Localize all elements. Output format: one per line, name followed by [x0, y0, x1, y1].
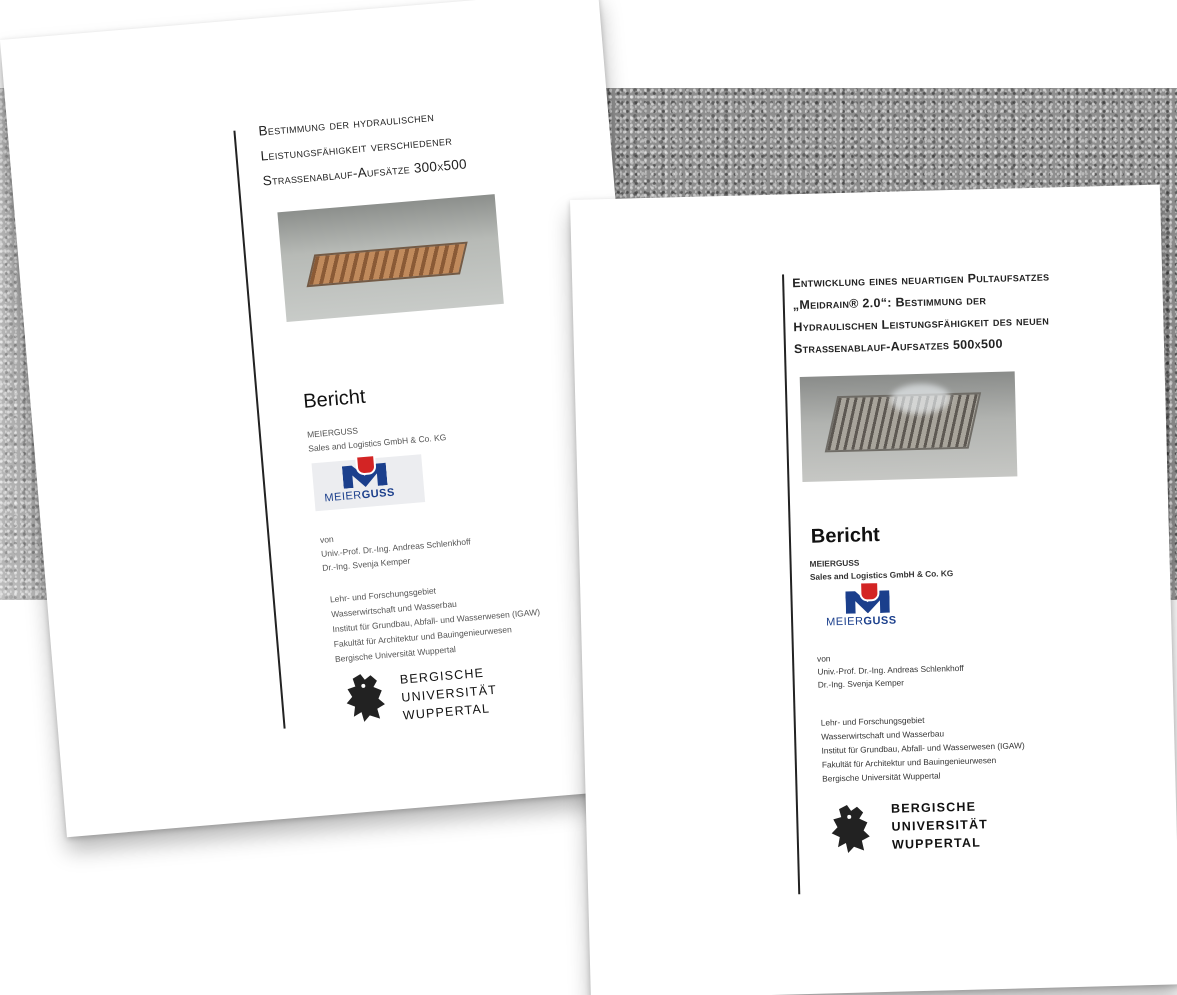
report-cover-right: Entwicklung eines neuartigen Pultaufsatz…	[570, 184, 1177, 995]
logo-shield-icon	[859, 581, 880, 602]
report-title: Bestimmung der hydraulischen Leistungsfä…	[257, 92, 582, 194]
company-subtitle: Sales and Logistics GmbH & Co. KG	[809, 568, 954, 582]
company-block: MEIERGUSS Sales and Logistics GmbH & Co.…	[307, 416, 447, 455]
meierguss-logo: MEIERGUSS	[815, 581, 926, 635]
university-line: WUPPERTAL	[891, 835, 982, 852]
grate-photo	[277, 194, 504, 323]
photo-scene: Bestimmung der hydraulischen Leistungsfä…	[0, 0, 1177, 995]
university-wordmark: BERGISCHE UNIVERSITÄT WUPPERTAL	[399, 663, 499, 725]
meierguss-logo: MEIERGUSS	[311, 454, 426, 512]
report-heading: Bericht	[302, 385, 367, 413]
authors-block: von Univ.-Prof. Dr.-Ing. Andreas Schlenk…	[319, 520, 472, 574]
authors-block: von Univ.-Prof. Dr.-Ing. Andreas Schlenk…	[817, 649, 964, 692]
university-lion-crest-icon	[831, 804, 870, 853]
company-block: MEIERGUSS Sales and Logistics GmbH & Co.…	[809, 554, 953, 584]
grate-photo	[799, 371, 1018, 483]
author-line: Dr.-Ing. Svenja Kemper	[817, 677, 905, 690]
logo-wordmark: MEIERGUSS	[825, 614, 897, 629]
report-title: Entwicklung eines neuartigen Pultaufsatz…	[792, 264, 1094, 360]
university-lion-crest-icon	[346, 674, 385, 722]
margin-rule	[782, 274, 801, 895]
university-wordmark: BERGISCHE UNIVERSITÄT WUPPERTAL	[891, 797, 989, 854]
department-block: Lehr- und Forschungsgebiet Wasserwirtsch…	[821, 710, 1026, 785]
logo-wordmark: MEIERGUSS	[323, 486, 396, 505]
logo-shield-icon	[355, 454, 377, 476]
report-heading: Bericht	[810, 524, 881, 548]
department-block: Lehr- und Forschungsgebiet Wasserwirtsch…	[329, 575, 543, 667]
drain-grate	[306, 241, 468, 288]
report-cover-left: Bestimmung der hydraulischen Leistungsfä…	[0, 0, 665, 838]
